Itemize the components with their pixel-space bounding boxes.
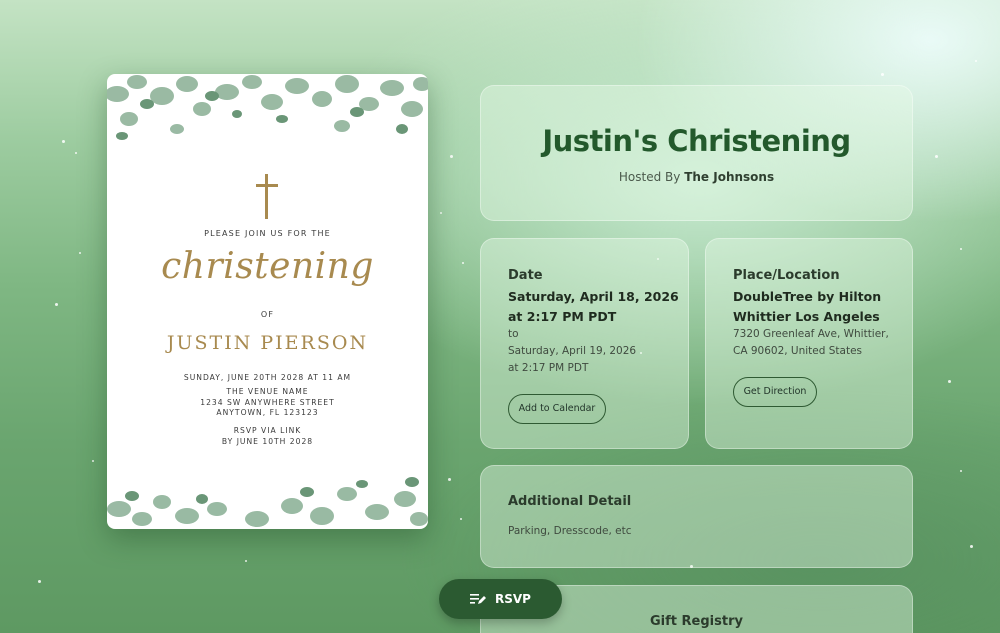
sparkle <box>440 212 442 214</box>
sparkle <box>960 470 962 472</box>
invitation-venue-line: 1234 SW ANYWHERE STREET <box>200 397 335 407</box>
rsvp-label: RSVP <box>495 592 531 606</box>
sparkle <box>460 518 462 520</box>
invitation-rsvp: RSVP VIA LINK BY JUNE 10TH 2028 <box>107 426 428 447</box>
cross-icon <box>256 174 278 219</box>
sparkle <box>55 303 58 306</box>
additional-detail-text: Parking, Dresscode, etc <box>508 525 632 537</box>
end-date: Saturday, April 19, 2026 <box>508 345 637 357</box>
event-header-card: Justin's Christening Hosted By The Johns… <box>480 85 913 221</box>
invitation-venue: THE VENUE NAME 1234 SW ANYWHERE STREET A… <box>107 387 428 419</box>
to-label: to <box>508 328 519 340</box>
venue-address: 7320 Greenleaf Ave, Whittier, CA 90602, … <box>733 326 912 360</box>
additional-detail-card: Additional Detail Parking, Dresscode, et… <box>480 465 913 568</box>
start-datetime: Saturday, April 18, 2026 at 2:17 PM PDT <box>508 287 688 326</box>
start-time: at 2:17 PM PDT <box>508 308 617 324</box>
end-time: at 2:17 PM PDT <box>508 362 589 374</box>
sparkle <box>448 478 451 481</box>
sparkle <box>450 155 453 158</box>
sparkle <box>960 248 962 250</box>
sparkle <box>935 155 938 158</box>
sparkle <box>92 460 94 462</box>
invitation-venue-line: THE VENUE NAME <box>226 387 309 396</box>
invitation-script-title: christening <box>161 246 374 287</box>
venue-name-line: DoubleTree by Hilton <box>733 289 882 304</box>
event-title: Justin's Christening <box>542 124 851 158</box>
sparkle <box>38 580 41 583</box>
end-datetime: to Saturday, April 19, 2026 at 2:17 PM P… <box>508 326 688 377</box>
hosted-by: Hosted By The Johnsons <box>481 170 912 184</box>
host-name: The Johnsons <box>684 170 775 184</box>
invitation-rsvp-line: BY JUNE 10TH 2028 <box>221 436 314 446</box>
sparkle <box>975 60 977 62</box>
sparkle <box>881 73 884 76</box>
invitation-date-time: SUNDAY, JUNE 20TH 2028 AT 11 AM <box>183 373 352 382</box>
sparkle <box>245 560 247 562</box>
sparkle <box>62 140 65 143</box>
add-to-calendar-button[interactable]: Add to Calendar <box>508 394 606 424</box>
rsvp-button[interactable]: RSVP <box>439 579 562 619</box>
hosted-by-label: Hosted By <box>618 170 681 184</box>
invitation-rsvp-line: RSVP VIA LINK <box>233 426 302 435</box>
invitation-intro: PLEASE JOIN US FOR THE <box>204 229 331 238</box>
invitation-venue-line: ANYTOWN, FL 123123 <box>216 408 319 417</box>
address-line: 7320 Greenleaf Ave, Whittier, <box>733 328 889 340</box>
invitation-child-name: JUSTIN PIERSON <box>166 332 369 354</box>
address-line: CA 90602, United States <box>733 345 863 357</box>
sparkle <box>462 262 464 264</box>
sparkle <box>75 152 77 154</box>
venue-name: DoubleTree by Hilton Whittier Los Angele… <box>733 287 912 326</box>
eucalyptus-top-decoration <box>107 75 428 140</box>
sparkle <box>79 252 81 254</box>
additional-detail-heading: Additional Detail <box>508 494 632 509</box>
start-date: Saturday, April 18, 2026 <box>508 289 679 304</box>
invitation-card: PLEASE JOIN US FOR THE christening OF JU… <box>107 74 428 529</box>
get-direction-button[interactable]: Get Direction <box>733 377 817 407</box>
edit-list-icon <box>470 594 487 604</box>
invitation-of: OF <box>260 310 275 319</box>
sparkle <box>948 380 951 383</box>
location-card: Place/Location DoubleTree by Hilton Whit… <box>705 238 913 449</box>
date-heading: Date <box>508 268 543 283</box>
venue-name-line: Whittier Los Angeles <box>733 308 880 324</box>
date-card: Date Saturday, April 18, 2026 at 2:17 PM… <box>480 238 689 449</box>
sparkle <box>970 545 973 548</box>
eucalyptus-bottom-decoration <box>107 477 428 527</box>
location-heading: Place/Location <box>733 268 840 283</box>
